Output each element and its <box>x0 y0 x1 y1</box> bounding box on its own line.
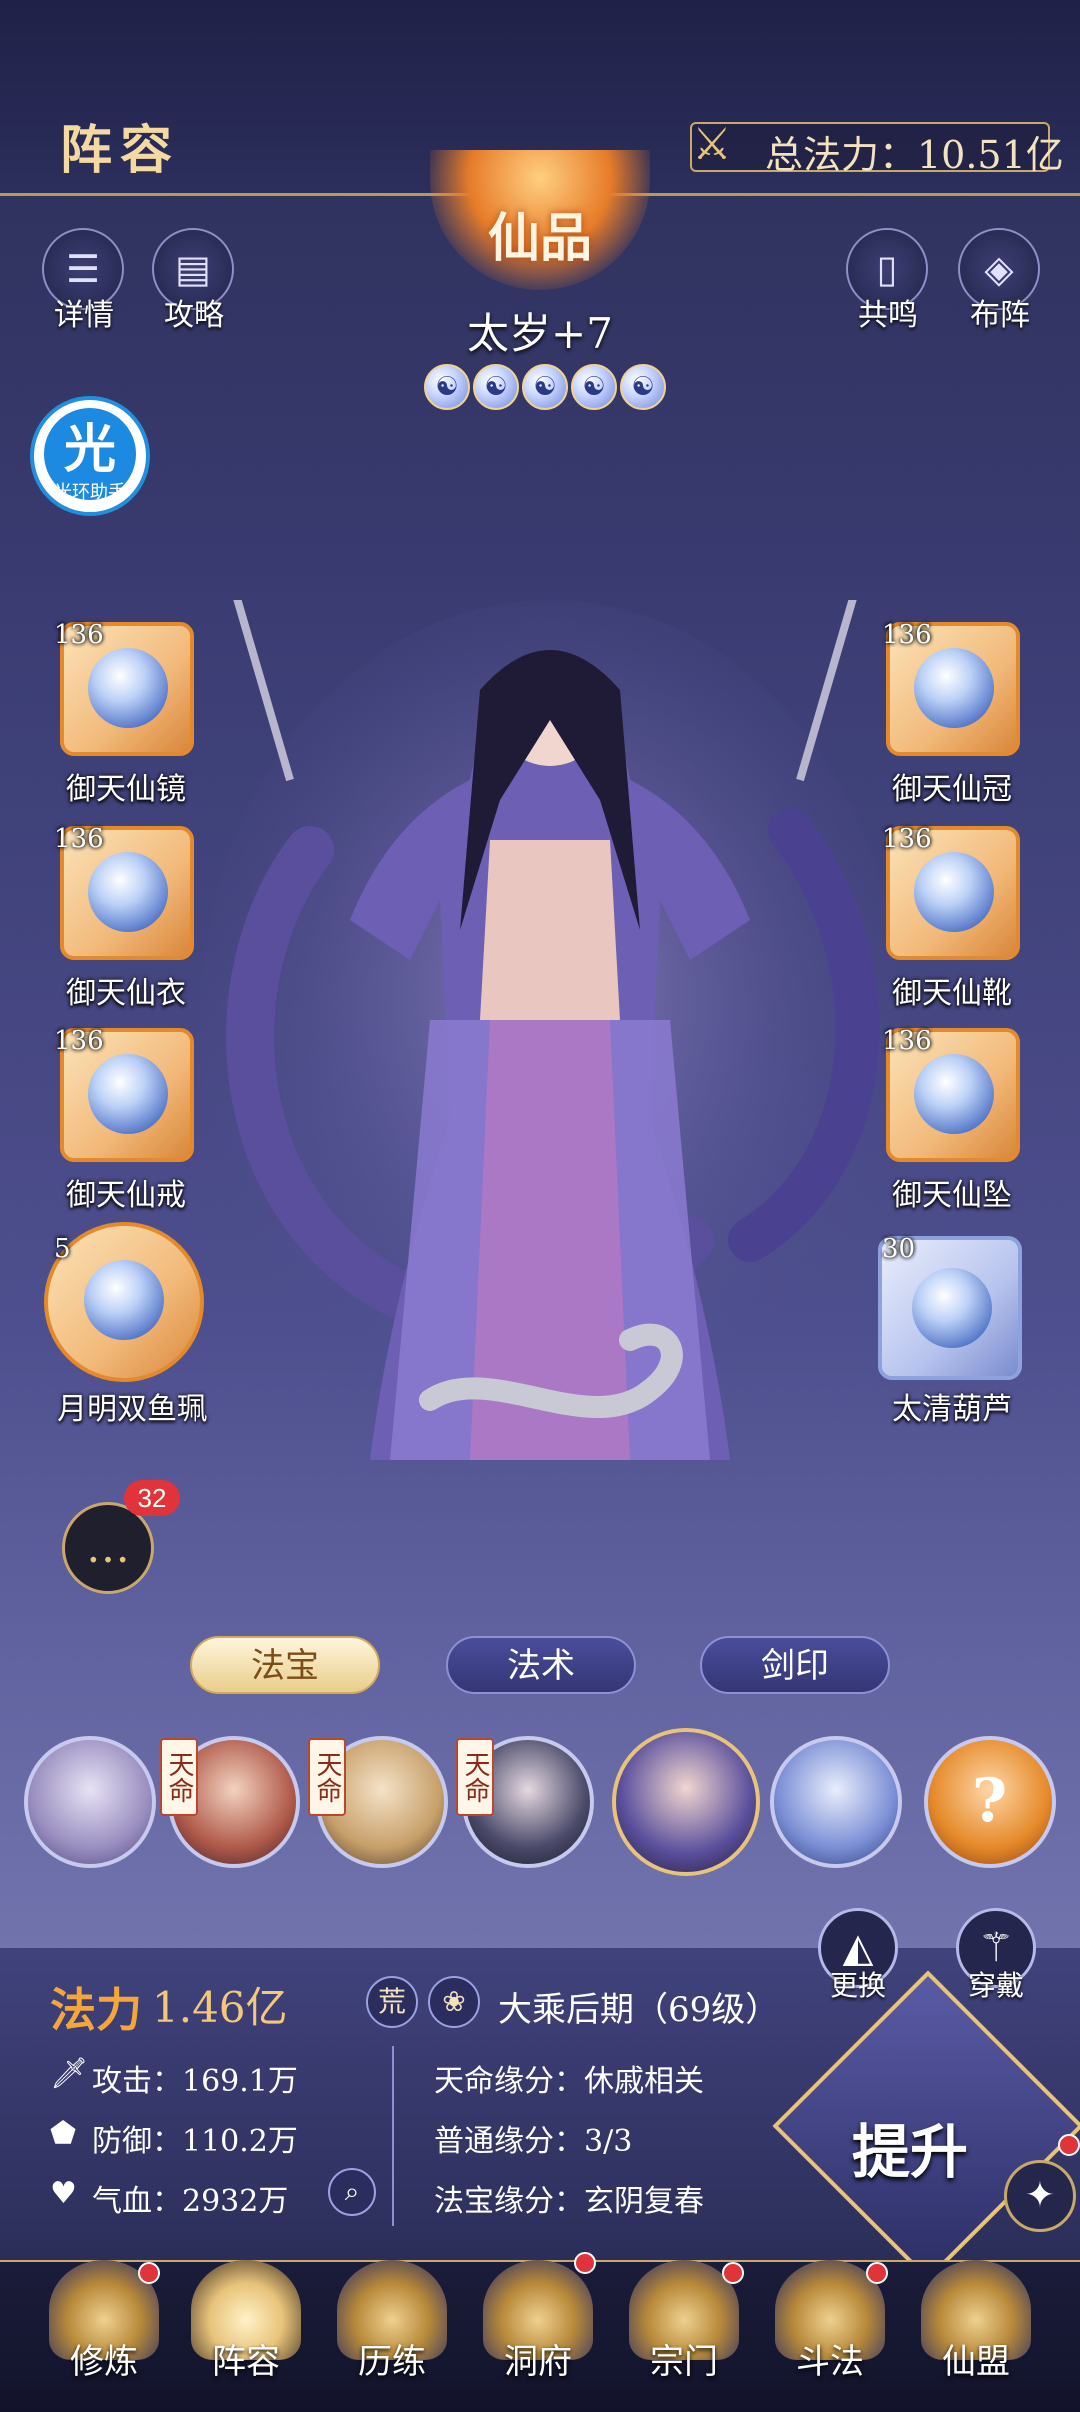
star-icon: ☯ <box>424 364 470 410</box>
equip-level: 136 <box>54 620 104 650</box>
necklace-icon <box>914 1054 994 1134</box>
star-icon: ☯ <box>473 364 519 410</box>
total-power-label: 总法力：10.51亿 <box>765 133 1064 177</box>
chat-bubble-icon: … <box>86 1522 130 1573</box>
equip-label: 月明双鱼珮 <box>57 1392 207 1427</box>
ring-icon <box>88 1054 168 1134</box>
realm-text: 大乘后期（69级） <box>498 1990 780 2030</box>
equip-level: 30 <box>882 1234 916 1264</box>
notification-dot <box>1058 2134 1080 2156</box>
nav-label: 修炼 <box>70 2342 138 2382</box>
nav-label: 历练 <box>358 2342 426 2382</box>
tianming-tag: 天命 <box>160 1738 198 1816</box>
grid-diamond-icon: ◈ <box>984 247 1014 291</box>
star-icon: ☯ <box>522 364 568 410</box>
nav-label: 阵容 <box>212 2342 280 2382</box>
tab-spell[interactable]: 法术 <box>446 1636 636 1694</box>
tianming-tag: 天命 <box>308 1738 346 1816</box>
hero-artwork <box>200 600 900 1460</box>
crossed-swords-icon: ⚔ <box>692 119 732 170</box>
equip-level: 136 <box>882 1026 932 1056</box>
equip-label: 太清葫芦 <box>892 1392 1012 1427</box>
equip-label: 御天仙衣 <box>66 976 186 1011</box>
crown-icon <box>914 648 994 728</box>
helper-label: 光环助手 <box>54 482 126 502</box>
star-icon: ☯ <box>571 364 617 410</box>
nav-label: 洞府 <box>504 2342 572 2382</box>
equip-level: 136 <box>882 620 932 650</box>
equip-label: 御天仙冠 <box>892 772 1012 807</box>
details-label: 详情 <box>54 298 114 333</box>
chat-badge: 32 <box>124 1480 180 1516</box>
book-icon: ▯ <box>876 247 898 291</box>
notification-dot <box>866 2262 888 2284</box>
notification-dot <box>574 2252 596 2274</box>
resonance-label: 共鸣 <box>858 298 918 333</box>
shield-icon: ⬟ <box>50 2116 77 2151</box>
attack-stat: 攻击：169.1万 <box>92 2064 298 2099</box>
list-icon: ☰ <box>65 247 101 291</box>
formation-label: 布阵 <box>970 298 1030 333</box>
equip-label: 御天仙戒 <box>66 1178 186 1213</box>
nav-label: 斗法 <box>796 2342 864 2382</box>
treasure-avatar[interactable] <box>770 1736 902 1868</box>
hero-name: 太岁+7 <box>467 309 613 358</box>
nav-training[interactable]: 历练 <box>322 2256 462 2396</box>
tab-treasure[interactable]: 法宝 <box>190 1636 380 1694</box>
menu-button[interactable]: ✦ <box>1004 2160 1076 2232</box>
compass-icon: ✦ <box>1024 2175 1056 2216</box>
heart-icon: ♥ <box>50 2176 77 2211</box>
equip-label: 御天仙靴 <box>892 976 1012 1011</box>
magnify-icon[interactable]: ⌕ <box>328 2168 376 2216</box>
mystery-avatar[interactable]: ? <box>924 1736 1056 1868</box>
equip-label: 御天仙镜 <box>66 772 186 807</box>
hero-avatar-selected[interactable] <box>612 1728 760 1876</box>
equip-level: 136 <box>54 824 104 854</box>
star-icon: ☯ <box>620 364 666 410</box>
nav-label: 宗门 <box>650 2342 718 2382</box>
tianming-tag: 天命 <box>456 1738 494 1816</box>
boots-icon <box>914 852 994 932</box>
fate-bond: 天命缘分：休戚相关 <box>434 2064 704 2099</box>
nav-cave[interactable]: 洞府 <box>468 2256 608 2396</box>
mirror-icon <box>88 648 168 728</box>
hero-avatar[interactable] <box>24 1736 156 1868</box>
notification-dot <box>722 2262 744 2284</box>
question-icon: ? <box>972 1766 1008 1836</box>
robe-icon <box>88 852 168 932</box>
treasure-bond: 法宝缘分：玄阴复春 <box>434 2184 704 2219</box>
divider <box>392 2046 394 2226</box>
normal-bond: 普通缘分：3/3 <box>434 2124 633 2159</box>
strategy-label: 攻略 <box>164 298 224 333</box>
power-value: 1.46亿 <box>152 1983 288 2032</box>
equip-level: 5 <box>54 1234 71 1264</box>
tab-sword-seal[interactable]: 剑印 <box>700 1636 890 1694</box>
upgrade-label: 提升 <box>852 2118 969 2186</box>
defense-stat: 防御：110.2万 <box>92 2124 298 2159</box>
nav-label: 仙盟 <box>942 2342 1010 2382</box>
gourd-icon <box>912 1268 992 1348</box>
equip-level: 136 <box>54 1026 104 1056</box>
lotus-icon: ❀ <box>428 1976 480 2028</box>
nav-lineup[interactable]: 阵容 <box>176 2256 316 2396</box>
pendant-icon <box>84 1260 164 1340</box>
equip-label: 御天仙坠 <box>892 1178 1012 1213</box>
page-title: 阵容 <box>60 120 181 181</box>
sword-icon: 🗡 <box>50 2056 89 2091</box>
hp-stat: 气血：2932万 <box>92 2184 289 2219</box>
nav-alliance[interactable]: 仙盟 <box>906 2256 1046 2396</box>
hero-rank: 仙品 <box>487 208 592 269</box>
power-label: 法力 <box>50 1983 142 2037</box>
scroll-icon: ▤ <box>175 247 211 291</box>
realm-badge: 荒 <box>366 1976 418 2028</box>
notification-dot <box>138 2262 160 2284</box>
equip-level: 136 <box>882 824 932 854</box>
